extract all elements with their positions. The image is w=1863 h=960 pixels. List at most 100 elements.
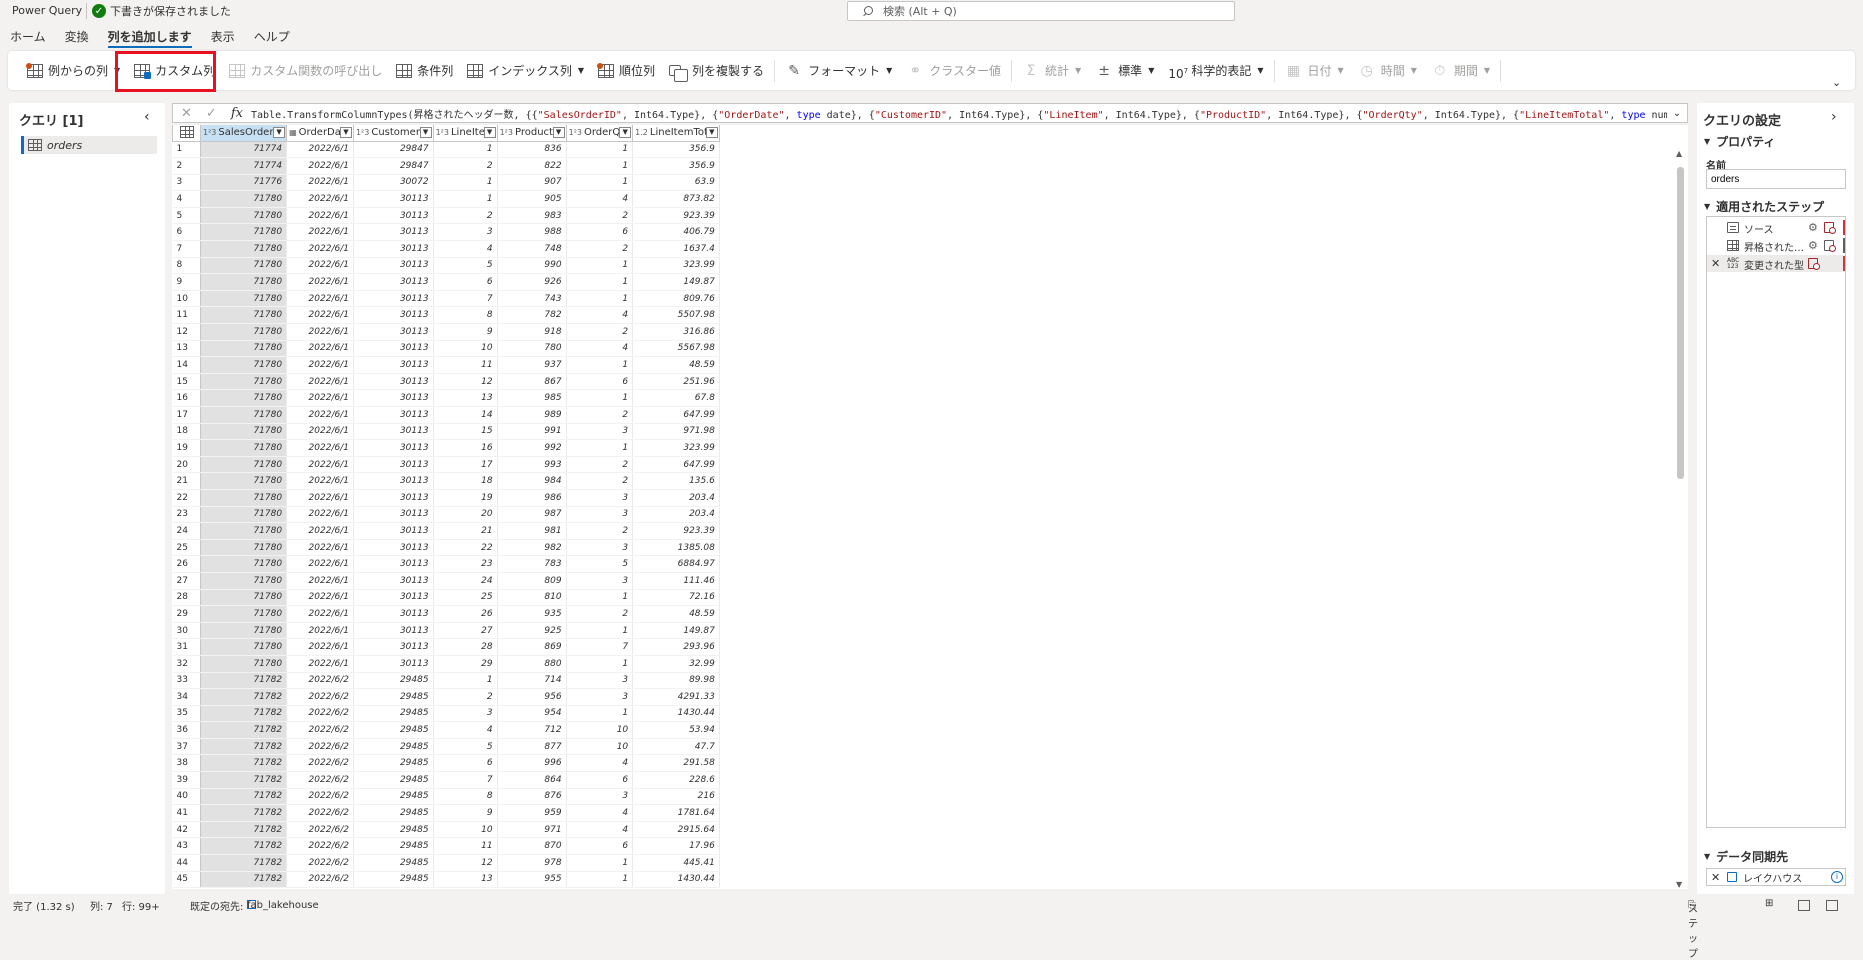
table-cell[interactable]: 1	[566, 589, 634, 607]
table-cell[interactable]: 13	[433, 871, 498, 889]
table-cell[interactable]: 30113	[353, 589, 434, 607]
table-cell[interactable]: 990	[497, 257, 567, 275]
row-number[interactable]: 2	[172, 157, 201, 175]
table-cell[interactable]: 6	[566, 223, 634, 242]
row-number[interactable]: 13	[172, 340, 201, 358]
table-cell[interactable]: 2915.64	[632, 821, 720, 839]
chevron-down-icon[interactable]: ⌄	[1667, 108, 1687, 119]
table-cell[interactable]: 2022/6/1	[286, 539, 354, 557]
table-cell[interactable]: 714	[497, 672, 567, 690]
table-cell[interactable]: 71780	[200, 240, 288, 258]
table-cell[interactable]: 991	[497, 423, 567, 441]
column-from-examples-button[interactable]: 例からの列 ▼	[20, 58, 127, 84]
column-filter-dropdown-icon[interactable]: ▼	[619, 127, 632, 138]
table-cell[interactable]: 203.4	[632, 489, 720, 507]
row-number[interactable]: 27	[172, 572, 201, 590]
table-cell[interactable]: 2022/6/1	[286, 257, 354, 275]
table-cell[interactable]: 1	[566, 273, 634, 291]
table-cell[interactable]: 2	[433, 688, 498, 706]
table-cell[interactable]: 2	[566, 456, 634, 474]
row-number[interactable]: 8	[172, 257, 201, 275]
table-cell[interactable]: 1	[566, 655, 634, 673]
table-cell[interactable]: 29847	[353, 157, 434, 175]
table-cell[interactable]: 30113	[353, 207, 434, 225]
table-cell[interactable]: 71780	[200, 489, 288, 507]
scientific-button[interactable]: 107 科学的表記 ▼	[1161, 58, 1270, 84]
close-icon[interactable]: ✕	[1711, 257, 1720, 270]
table-cell[interactable]: 1	[566, 141, 634, 159]
conditional-column-button[interactable]: 条件列	[389, 58, 460, 84]
table-cell[interactable]: 29485	[353, 672, 434, 690]
table-cell[interactable]: 20	[433, 506, 498, 524]
table-cell[interactable]: 1	[566, 854, 634, 872]
table-cell[interactable]: 8	[433, 788, 498, 806]
table-cell[interactable]: 983	[497, 207, 567, 225]
table-cell[interactable]: 1	[433, 672, 498, 690]
table-cell[interactable]: 71780	[200, 555, 288, 573]
row-number[interactable]: 38	[172, 754, 201, 773]
table-cell[interactable]: 30113	[353, 223, 434, 242]
table-cell[interactable]: 2	[566, 323, 634, 341]
table-cell[interactable]: 26	[433, 605, 498, 623]
table-cell[interactable]: 2	[566, 406, 634, 424]
table-cell[interactable]: 870	[497, 837, 567, 856]
table-cell[interactable]: 63.9	[632, 174, 720, 192]
column-header-lineitemtotal[interactable]: 1.2 LineItemTotal ▼	[632, 125, 720, 142]
row-number[interactable]: 6	[172, 223, 201, 242]
table-cell[interactable]: 2022/6/1	[286, 157, 354, 175]
table-cell[interactable]: 647.99	[632, 406, 720, 424]
column-filter-dropdown-icon[interactable]: ▼	[419, 127, 432, 138]
table-cell[interactable]: 1430.44	[632, 871, 720, 889]
table-cell[interactable]: 2	[433, 157, 498, 175]
table-cell[interactable]: 3	[566, 672, 634, 690]
table-cell[interactable]: 2022/6/1	[286, 273, 354, 291]
table-cell[interactable]: 71780	[200, 655, 288, 673]
row-number[interactable]: 3	[172, 174, 201, 192]
table-cell[interactable]: 17	[433, 456, 498, 474]
table-cell[interactable]: 47.7	[632, 738, 720, 756]
table-cell[interactable]: 71780	[200, 539, 288, 557]
table-cell[interactable]: 30113	[353, 572, 434, 590]
table-cell[interactable]: 30113	[353, 423, 434, 441]
column-header-orderqty[interactable]: 1²3 OrderQty ▼	[565, 125, 634, 142]
row-number[interactable]: 16	[172, 389, 201, 407]
table-cell[interactable]: 2022/6/2	[286, 788, 354, 806]
table-cell[interactable]: 986	[497, 489, 567, 507]
query-name-field[interactable]	[1706, 169, 1846, 189]
table-cell[interactable]: 2022/6/2	[286, 771, 354, 789]
table-cell[interactable]: 918	[497, 323, 567, 341]
table-cell[interactable]: 2022/6/1	[286, 472, 354, 490]
row-number[interactable]: 23	[172, 506, 201, 524]
duplicate-column-button[interactable]: 列を複製する	[662, 58, 771, 84]
row-number[interactable]: 25	[172, 539, 201, 557]
table-cell[interactable]: 2022/6/1	[286, 589, 354, 607]
tab-view[interactable]: 表示	[201, 24, 244, 46]
table-cell[interactable]: 4	[433, 721, 498, 739]
statistics-button[interactable]: Σ 統計 ▼	[1015, 58, 1088, 84]
table-cell[interactable]: 743	[497, 290, 567, 308]
row-number[interactable]: 37	[172, 738, 201, 756]
table-cell[interactable]: 2022/6/2	[286, 672, 354, 690]
table-cell[interactable]: 29485	[353, 854, 434, 872]
table-cell[interactable]: 89.98	[632, 672, 720, 690]
table-cell[interactable]: 4	[566, 190, 634, 208]
vertical-scrollbar[interactable]: ▲ ▼	[1675, 147, 1685, 889]
table-cell[interactable]: 71780	[200, 207, 288, 225]
table-cell[interactable]: 15	[433, 423, 498, 441]
query-item-orders[interactable]: orders	[21, 136, 157, 154]
row-number[interactable]: 34	[172, 688, 201, 706]
row-number[interactable]: 12	[172, 323, 201, 341]
delete-step-icon[interactable]	[1824, 240, 1836, 252]
row-number[interactable]: 43	[172, 837, 201, 856]
table-cell[interactable]: 1	[433, 174, 498, 192]
column-type-icon[interactable]: 1²3	[203, 128, 216, 137]
table-cell[interactable]: 71780	[200, 323, 288, 341]
cluster-values-button[interactable]: ⚭ クラスター値	[899, 58, 1008, 84]
table-cell[interactable]: 71780	[200, 373, 288, 391]
table-cell[interactable]: 5	[433, 257, 498, 275]
table-cell[interactable]: 2022/6/1	[286, 655, 354, 673]
row-number[interactable]: 5	[172, 207, 201, 225]
index-column-button[interactable]: インデックス列 ▼	[460, 58, 591, 84]
formula-input[interactable]: Table.TransformColumnTypes(昇格されたヘッダー数, {…	[245, 106, 1667, 121]
table-cell[interactable]: 71780	[200, 389, 288, 407]
